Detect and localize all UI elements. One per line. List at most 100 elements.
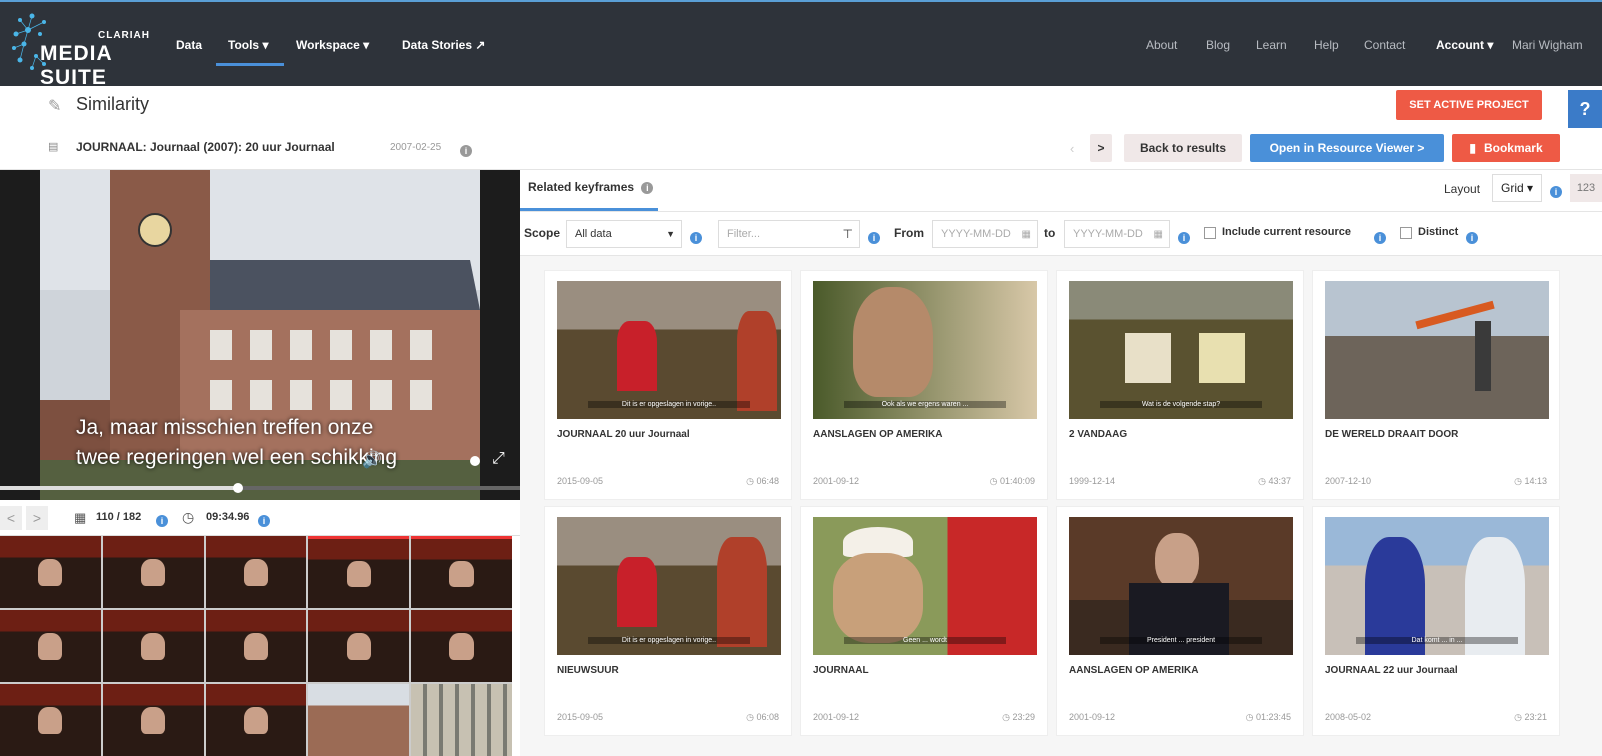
result-duration-value: 06:08	[756, 712, 779, 722]
layout-label: Layout	[1444, 182, 1481, 196]
size-toggle-button[interactable]: 123	[1570, 174, 1602, 202]
media-suite-logo[interactable]: CLARIAH MEDIA SUITE	[10, 12, 150, 89]
nav-user-name[interactable]: Mari Wigham	[1512, 38, 1583, 52]
layout-select[interactable]: Grid ▾	[1492, 174, 1542, 202]
keyframe-thumbnail[interactable]	[205, 536, 307, 608]
volume-slider-handle[interactable]	[470, 456, 480, 466]
to-date-input[interactable]: YYYY-MM-DD ▦	[1064, 220, 1170, 248]
result-date: 2015-09-05	[557, 712, 604, 722]
keyframe-thumbnail[interactable]	[0, 610, 101, 682]
result-date: 2001-09-12	[813, 476, 860, 486]
nav-about[interactable]: About	[1146, 38, 1177, 52]
keyframe-thumbnail[interactable]	[205, 610, 307, 682]
volume-icon[interactable]: 🔊	[362, 450, 382, 470]
clock-icon: ◷	[746, 712, 757, 722]
result-card[interactable]: Geen ... wordt JOURNAAL 2001-09-12 ◷ 23:…	[800, 506, 1048, 736]
result-card[interactable]: Dit is er opgeslagen in vorige.. JOURNAA…	[544, 270, 792, 500]
distinct-info-icon[interactable]: i	[1466, 228, 1478, 246]
filter-input[interactable]: Filter... ⊤	[718, 220, 860, 248]
result-title: DE WERELD DRAAIT DOOR	[1325, 429, 1459, 440]
nav-account[interactable]: Account ▾	[1436, 38, 1493, 52]
next-keyframe-button[interactable]: >	[26, 506, 48, 530]
filter-info-icon[interactable]: i	[868, 228, 880, 246]
timecode-info-icon[interactable]: i	[258, 511, 270, 529]
video-player[interactable]: Ja, maar misschien treffen onze twee reg…	[0, 170, 520, 500]
filter-funnel-icon: ⊤	[842, 227, 853, 241]
nav-help[interactable]: Help	[1314, 38, 1339, 52]
result-keyframe-image: President ... president	[1069, 517, 1293, 655]
result-keyframe-image: Geen ... wordt	[813, 517, 1037, 655]
keyframe-thumbnail[interactable]	[308, 684, 410, 756]
include-current-checkbox[interactable]	[1204, 227, 1216, 239]
keyframe-thumbnail[interactable]	[308, 536, 410, 608]
clock-icon: ◷	[1258, 476, 1269, 486]
scope-select[interactable]: All data ▼	[566, 220, 682, 248]
resource-info-icon[interactable]: i	[460, 141, 472, 159]
keyframe-thumbnail[interactable]	[308, 610, 410, 682]
nav-contact[interactable]: Contact	[1364, 38, 1405, 52]
clock-icon: ◷	[1514, 712, 1525, 722]
calendar-icon: ▦	[1021, 228, 1031, 240]
resource-date: 2007-02-25	[390, 142, 442, 153]
scope-info-icon[interactable]: i	[690, 228, 702, 246]
result-card[interactable]: DE WERELD DRAAIT DOOR 2007-12-10 ◷ 14:13	[1312, 270, 1560, 500]
prev-arrow-icon[interactable]: ‹	[1070, 134, 1082, 162]
tab-related-keyframes-label: Related keyframes	[528, 180, 635, 194]
keyframes-icon: ▦	[74, 510, 87, 525]
layout-info-icon[interactable]: i	[1550, 182, 1562, 200]
distinct-checkbox[interactable]	[1400, 227, 1412, 239]
result-keyframe-image: Wat is de volgende stap?	[1069, 281, 1293, 419]
result-duration: ◷ 23:29	[1002, 712, 1035, 723]
keyframe-thumbnail[interactable]	[411, 610, 512, 682]
scope-select-value: All data	[575, 228, 612, 240]
keyframe-thumbnail[interactable]	[102, 610, 204, 682]
result-card[interactable]: Dat komt ... in ... JOURNAAL 22 uur Jour…	[1312, 506, 1560, 736]
open-resource-viewer-button[interactable]: Open in Resource Viewer >	[1250, 134, 1444, 162]
result-duration: ◷ 06:08	[746, 712, 779, 723]
result-card[interactable]: President ... president AANSLAGEN OP AME…	[1056, 506, 1304, 736]
keyframe-thumbnail[interactable]	[205, 684, 307, 756]
nav-blog[interactable]: Blog	[1206, 38, 1230, 52]
include-current-label: Include current resource	[1222, 226, 1351, 238]
result-duration: ◷ 01:23:45	[1246, 712, 1291, 723]
result-duration: ◷ 23:21	[1514, 712, 1547, 723]
result-duration-value: 01:40:09	[999, 476, 1035, 486]
keyframe-controls: < > ▦ 110 / 182 i ◷ 09:34.96 i	[0, 500, 520, 536]
nav-workspace[interactable]: Workspace ▾	[296, 38, 369, 52]
date-info-icon[interactable]: i	[1178, 228, 1190, 246]
nav-data-stories[interactable]: Data Stories ↗	[402, 38, 485, 52]
back-to-results-button[interactable]: Back to results	[1124, 134, 1242, 162]
include-current-info-icon[interactable]: i	[1374, 228, 1386, 246]
keyframe-thumbnail[interactable]	[411, 536, 512, 608]
tab-info-icon[interactable]: i	[641, 182, 654, 194]
result-card[interactable]: Dit is er opgeslagen in vorige.. NIEUWSU…	[544, 506, 792, 736]
from-date-input[interactable]: YYYY-MM-DD ▦	[932, 220, 1038, 248]
result-duration: ◷ 14:13	[1514, 476, 1547, 487]
result-card[interactable]: Ook als we ergens waren ... AANSLAGEN OP…	[800, 270, 1048, 500]
prev-keyframe-button[interactable]: <	[0, 506, 22, 530]
to-label: to	[1044, 226, 1056, 240]
panel-tab-bar: Related keyframes i Layout Grid ▾ i 123	[520, 170, 1602, 212]
result-date: 2008-05-02	[1325, 712, 1372, 722]
keyframe-thumbnail[interactable]	[0, 684, 101, 756]
tab-related-keyframes[interactable]: Related keyframes i	[528, 180, 654, 194]
result-duration: ◷ 43:37	[1258, 476, 1291, 487]
set-active-project-button[interactable]: SET ACTIVE PROJECT	[1396, 90, 1542, 120]
help-button[interactable]: ?	[1568, 90, 1602, 128]
keyframe-thumbnail[interactable]	[102, 536, 204, 608]
result-keyframe-image	[1325, 281, 1549, 419]
keyframe-thumbnail[interactable]	[0, 536, 101, 608]
next-result-button[interactable]: >	[1090, 134, 1112, 162]
nav-learn[interactable]: Learn	[1256, 38, 1287, 52]
keyframe-thumbnail[interactable]	[411, 684, 512, 756]
result-duration: ◷ 06:48	[746, 476, 779, 487]
keyframe-thumbnail[interactable]	[102, 684, 204, 756]
video-subtitle-line2: twee regeringen wel een schikking	[76, 446, 398, 469]
nav-tools[interactable]: Tools ▾	[228, 38, 268, 52]
result-card[interactable]: Wat is de volgende stap? 2 VANDAAG 1999-…	[1056, 270, 1304, 500]
top-navbar: CLARIAH MEDIA SUITE Data Tools ▾ Workspa…	[0, 0, 1602, 89]
frame-counter-info-icon[interactable]: i	[156, 511, 168, 529]
nav-data[interactable]: Data	[176, 38, 202, 52]
fullscreen-icon[interactable]: ⤢	[492, 450, 505, 468]
bookmark-button[interactable]: ▮ Bookmark	[1452, 134, 1560, 162]
